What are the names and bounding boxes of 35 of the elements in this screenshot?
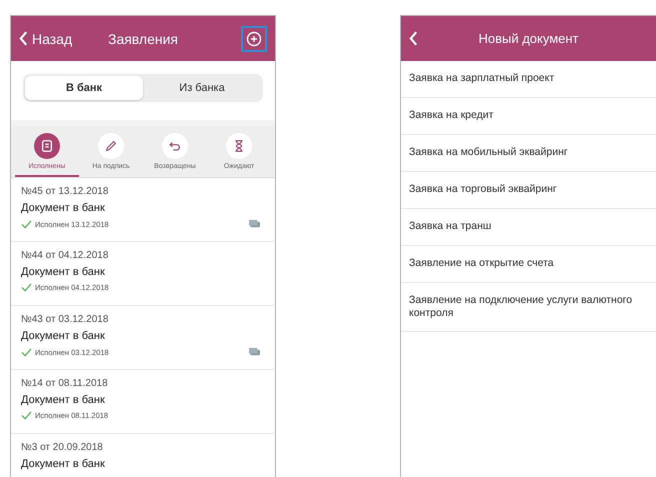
add-button[interactable] [241, 26, 267, 52]
segment-tab[interactable]: В банк [25, 76, 143, 100]
document-title: Документ в банк [21, 394, 106, 406]
document-title: Документ в банк [21, 458, 106, 470]
document-title: Документ в банк [21, 202, 106, 214]
chevron-left-icon [409, 31, 418, 46]
document-type-item[interactable]: Заявка на транш [401, 209, 656, 246]
chat-bubbles-icon[interactable] [248, 219, 261, 230]
document-number: №44 от 04.12.2018 [21, 250, 110, 261]
document-number: №14 от 08.11.2018 [21, 378, 109, 389]
check-icon [21, 220, 32, 229]
document-number: №43 от 03.12.2018 [21, 314, 110, 325]
document-type-item[interactable]: Заявка на торговый эквайринг [401, 172, 656, 209]
screen-title: Новый документ [477, 31, 580, 46]
screen-title: Заявления [106, 30, 180, 46]
document-number: №45 от 13.12.2018 [21, 186, 110, 197]
document-icon [40, 139, 54, 153]
back-button[interactable]: Назад [19, 30, 79, 46]
plus-circle-icon [246, 30, 262, 46]
document-type-item[interactable]: Заявка на мобильный эквайринг [401, 135, 656, 172]
chevron-left-icon [19, 31, 28, 46]
check-icon [21, 411, 32, 420]
document-row[interactable]: №3 от 20.09.2018 Документ в банк [11, 434, 275, 477]
document-title: Документ в банк [21, 266, 106, 278]
document-type-item[interactable]: Заявка на кредит [401, 98, 656, 135]
document-type-item[interactable]: Заявка на зарплатный проект [401, 61, 656, 98]
document-type-item[interactable]: Заявление на подключение услуги валютного контроля [401, 283, 656, 332]
segment-tab[interactable]: Из банка [143, 76, 261, 100]
document-number: №3 от 20.09.2018 [21, 442, 104, 453]
chat-bubbles-icon[interactable] [248, 347, 261, 358]
document-title: Документ в банк [21, 330, 106, 342]
check-icon [21, 283, 32, 292]
document-type-item[interactable]: Заявление на открытие счета [401, 246, 656, 283]
check-icon [21, 348, 32, 357]
pencil-icon [104, 139, 118, 153]
